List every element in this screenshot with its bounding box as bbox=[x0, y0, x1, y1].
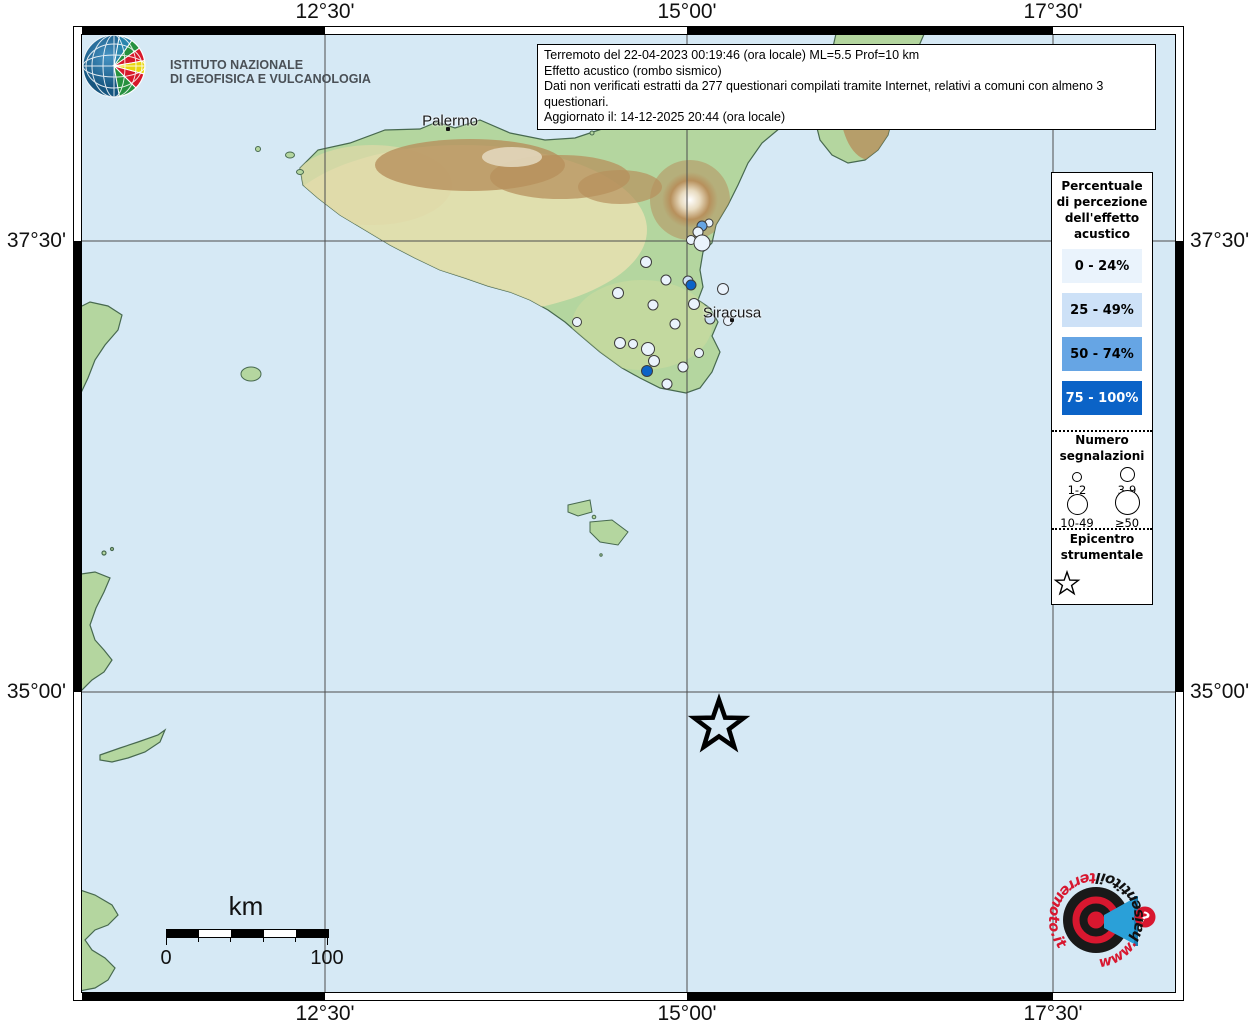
map-page: PalermoMessinaSiracusa Terremoto del 22-… bbox=[0, 0, 1254, 1024]
axis-label-top-1730: 17°30' bbox=[1003, 0, 1103, 24]
frame-band bbox=[687, 27, 1053, 34]
haisentito-watermark-logo: ? www.haisentitoilterremoto.it bbox=[82, 35, 1175, 992]
frame-band bbox=[82, 27, 325, 34]
axis-label-right-3730: 37°30' bbox=[1190, 229, 1254, 253]
axis-label-top-1230: 12°30' bbox=[275, 0, 375, 24]
map-area: PalermoMessinaSiracusa Terremoto del 22-… bbox=[82, 35, 1175, 992]
axis-label-bottom-1500: 15°00' bbox=[637, 1002, 737, 1024]
axis-label-left-3730: 37°30' bbox=[0, 229, 66, 253]
frame-band bbox=[1176, 241, 1183, 692]
frame-band bbox=[74, 241, 81, 692]
axis-label-top-1500: 15°00' bbox=[637, 0, 737, 24]
axis-label-left-3500: 35°00' bbox=[0, 680, 66, 704]
axis-label-bottom-1730: 17°30' bbox=[1003, 1002, 1103, 1024]
axis-label-bottom-1230: 12°30' bbox=[275, 1002, 375, 1024]
frame-band bbox=[687, 993, 1053, 1000]
axis-label-right-3500: 35°00' bbox=[1190, 680, 1254, 704]
watermark-target-center bbox=[1088, 912, 1105, 929]
frame-band bbox=[82, 993, 325, 1000]
